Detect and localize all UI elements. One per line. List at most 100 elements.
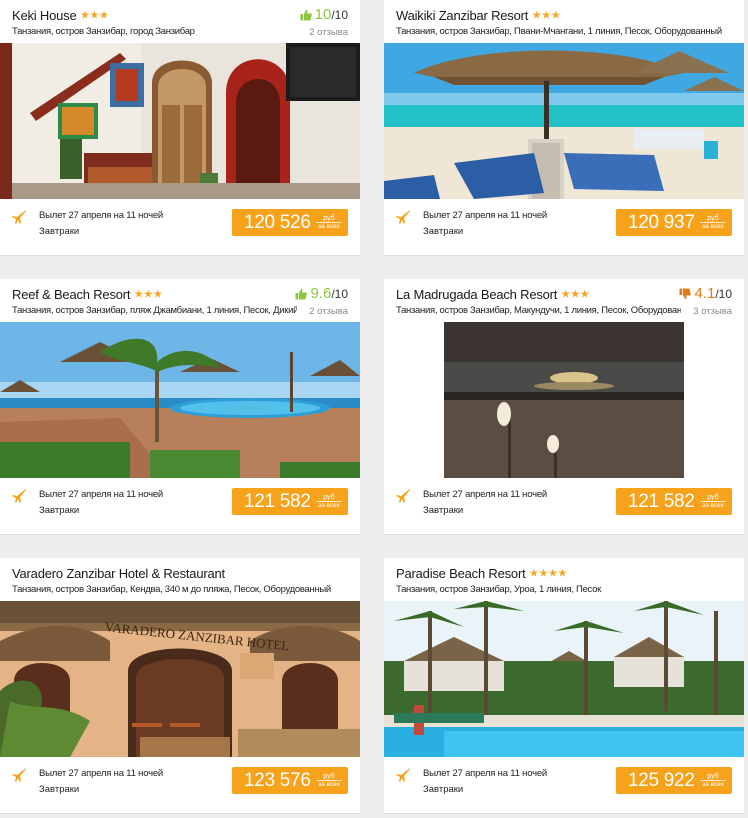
- price-currency: руб за всех: [700, 773, 726, 788]
- hotel-card-header: Varadero Zanzibar Hotel & Restaurant Тан…: [0, 558, 360, 601]
- plane-icon: [396, 489, 410, 503]
- flight-info: Вылет 27 апреля на 11 ночей: [423, 210, 548, 221]
- star-icon: [529, 568, 539, 577]
- price-button[interactable]: 125 922 руб за всех: [616, 767, 732, 794]
- reviews-count[interactable]: 2 отзыва: [309, 27, 348, 38]
- star-rating: [532, 10, 561, 20]
- meal-plan: Завтраки: [423, 784, 464, 795]
- hotel-card[interactable]: Varadero Zanzibar Hotel & Restaurant Тан…: [0, 558, 360, 814]
- offer-footer: Вылет 27 апреля на 11 ночей Завтраки 120…: [384, 199, 744, 256]
- hotel-card-header: Paradise Beach Resort Танзания, остров З…: [384, 558, 744, 601]
- price-value: 125 922: [628, 769, 695, 791]
- star-icon: [541, 10, 551, 19]
- hotel-photo[interactable]: [384, 601, 744, 757]
- star-icon: [570, 289, 580, 298]
- rating-value: 9.6: [310, 285, 332, 302]
- thumb-down-icon: [679, 288, 692, 299]
- price-currency: руб за всех: [316, 494, 342, 509]
- star-icon: [580, 289, 590, 298]
- hotel-photo[interactable]: [384, 43, 744, 199]
- hotel-name[interactable]: Reef & Beach Resort: [12, 287, 131, 302]
- star-icon: [153, 289, 163, 298]
- thumb-up-icon: [300, 9, 312, 20]
- star-icon: [561, 289, 571, 298]
- rating-scale: /10: [331, 287, 348, 301]
- rating-scale: /10: [331, 8, 348, 22]
- reviews-count[interactable]: 3 отзыва: [693, 306, 732, 317]
- hotel-address: Танзания, остров Занзибар, Кендва, 340 м…: [12, 584, 331, 595]
- hotel-card[interactable]: Waikiki Zanzibar Resort Танзания, остров…: [384, 0, 744, 256]
- flight-info: Вылет 27 апреля на 11 ночей: [39, 768, 164, 779]
- hotel-card[interactable]: Reef & Beach Resort Танзания, остров Зан…: [0, 279, 360, 535]
- hotel-card-header: Reef & Beach Resort Танзания, остров Зан…: [0, 279, 360, 322]
- reviews-count[interactable]: 2 отзыва: [309, 306, 348, 317]
- hotel-name[interactable]: Paradise Beach Resort: [396, 566, 526, 581]
- flight-info: Вылет 27 апреля на 11 ночей: [423, 768, 548, 779]
- flight-info: Вылет 27 апреля на 11 ночей: [423, 489, 548, 500]
- offer-footer: Вылет 27 апреля на 11 ночей Завтраки 123…: [0, 757, 360, 814]
- star-icon: [558, 568, 567, 577]
- price-value: 120 937: [628, 211, 695, 233]
- meal-plan: Завтраки: [423, 226, 464, 237]
- hotel-address: Танзания, остров Занзибар, пляж Джамбиан…: [12, 305, 297, 316]
- price-value: 121 582: [244, 490, 311, 512]
- hotel-address: Танзания, остров Занзибар, Уроа, 1 линия…: [396, 584, 601, 595]
- hotel-name[interactable]: La Madrugada Beach Resort: [396, 287, 557, 302]
- hotel-card[interactable]: Paradise Beach Resort Танзания, остров З…: [384, 558, 744, 814]
- star-icon: [90, 10, 99, 19]
- star-icon: [144, 289, 153, 298]
- hotel-name[interactable]: Keki House: [12, 8, 77, 23]
- price-button[interactable]: 123 576 руб за всех: [232, 767, 348, 794]
- star-rating: [561, 289, 590, 299]
- price-value: 120 526: [244, 211, 311, 233]
- price-button[interactable]: 120 526 руб за всех: [232, 209, 348, 236]
- hotel-card-header: Waikiki Zanzibar Resort Танзания, остров…: [384, 0, 744, 43]
- hotel-address: Танзания, остров Занзибар, Макундучи, 1 …: [396, 305, 681, 316]
- rating-score: 9.6 /10: [295, 285, 348, 302]
- rating-score: 10 /10: [300, 6, 348, 23]
- price-button[interactable]: 121 582 руб за всех: [232, 488, 348, 515]
- hotel-card[interactable]: Keki House Танзания, остров Занзибар, го…: [0, 0, 360, 256]
- rating-score: 4.1 /10: [679, 285, 732, 302]
- hotel-card-header: Keki House Танзания, остров Занзибар, го…: [0, 0, 360, 43]
- star-icon: [551, 10, 561, 19]
- rating-value: 10: [314, 6, 332, 23]
- offer-footer: Вылет 27 апреля на 11 ночей Завтраки 121…: [0, 478, 360, 535]
- offer-footer: Вылет 27 апреля на 11 ночей Завтраки 121…: [384, 478, 744, 535]
- rating-value: 4.1: [694, 285, 716, 302]
- hotel-photo[interactable]: VARADERO ZANZIBAR HOTEL: [0, 601, 360, 757]
- star-icon: [99, 10, 109, 19]
- hotel-card-header: La Madrugada Beach Resort Танзания, остр…: [384, 279, 744, 322]
- hotel-photo[interactable]: [384, 322, 744, 478]
- price-currency: руб за всех: [700, 215, 726, 230]
- plane-icon: [12, 489, 26, 503]
- meal-plan: Завтраки: [39, 505, 80, 516]
- price-button[interactable]: 121 582 руб за всех: [616, 488, 732, 515]
- star-icon: [134, 289, 144, 298]
- price-value: 123 576: [244, 769, 311, 791]
- meal-plan: Завтраки: [39, 784, 80, 795]
- star-icon: [539, 568, 548, 577]
- meal-plan: Завтраки: [423, 505, 464, 516]
- star-icon: [532, 10, 542, 19]
- thumb-up-icon: [295, 288, 308, 299]
- hotel-photo[interactable]: [0, 43, 360, 199]
- flight-info: Вылет 27 апреля на 11 ночей: [39, 489, 164, 500]
- hotel-name[interactable]: Waikiki Zanzibar Resort: [396, 8, 528, 23]
- hotel-name[interactable]: Varadero Zanzibar Hotel & Restaurant: [12, 566, 225, 581]
- plane-icon: [396, 210, 410, 224]
- plane-icon: [396, 768, 410, 782]
- hotel-card[interactable]: La Madrugada Beach Resort Танзания, остр…: [384, 279, 744, 535]
- flight-info: Вылет 27 апреля на 11 ночей: [39, 210, 164, 221]
- hotel-address: Танзания, остров Занзибар, Пвани-Мчанган…: [396, 26, 722, 37]
- plane-icon: [12, 768, 26, 782]
- rating-scale: /10: [715, 287, 732, 301]
- price-currency: руб за всех: [316, 773, 342, 788]
- plane-icon: [12, 210, 26, 224]
- star-rating: [529, 568, 567, 578]
- offer-footer: Вылет 27 апреля на 11 ночей Завтраки 120…: [0, 199, 360, 256]
- price-button[interactable]: 120 937 руб за всех: [616, 209, 732, 236]
- star-icon: [548, 568, 558, 577]
- star-rating: [134, 289, 163, 299]
- hotel-photo[interactable]: [0, 322, 360, 478]
